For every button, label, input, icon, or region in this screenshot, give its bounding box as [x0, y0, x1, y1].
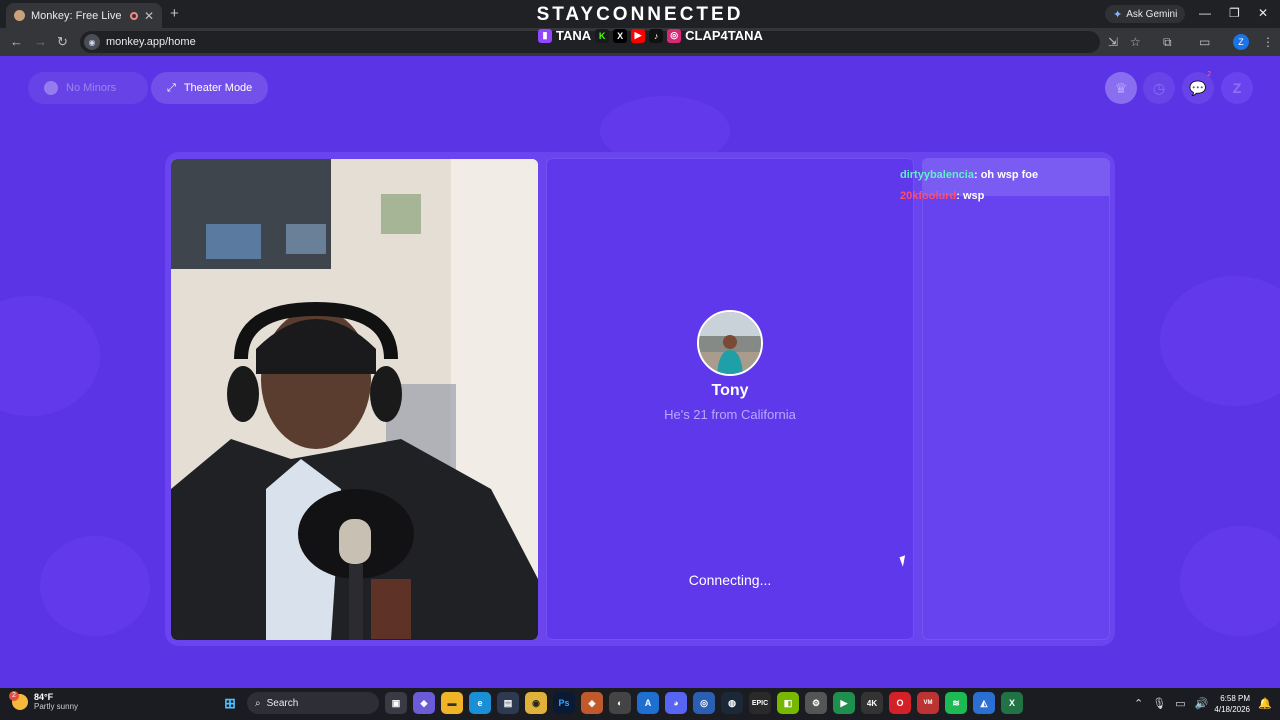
- toggle-knob: [44, 81, 58, 95]
- no-minors-label: No Minors: [66, 82, 117, 94]
- instagram-icon: ◎: [667, 28, 682, 43]
- system-tray: ⌃ 🎙 ▭ 🔊: [1134, 697, 1208, 710]
- partner-name: Tony: [711, 382, 749, 399]
- stream-overlay-title: STAYCONNECTED: [536, 4, 744, 25]
- background-blob: [40, 536, 150, 636]
- chat-username: dirtyybalencia: [900, 169, 974, 181]
- reload-icon[interactable]: ↻: [57, 34, 68, 50]
- discord-icon[interactable]: ◕: [665, 692, 687, 714]
- back-arrow-icon[interactable]: ←: [10, 34, 23, 49]
- background-blob: [1160, 276, 1280, 406]
- chat-text: : wsp: [956, 190, 985, 202]
- windows-taskbar: 2 84°F Partly sunny ⊞ ⌕ Search ▣ ◆ ▬ e ▤…: [0, 688, 1280, 720]
- background-blob: [0, 296, 100, 416]
- opera-icon[interactable]: O: [889, 692, 911, 714]
- weather-badge: 2: [9, 690, 19, 701]
- app-icon[interactable]: ◭: [973, 692, 995, 714]
- excel-icon[interactable]: X: [1001, 692, 1023, 714]
- nvidia-icon[interactable]: ◧: [777, 692, 799, 714]
- user-avatar-button[interactable]: Z: [1221, 72, 1253, 104]
- epic-games-icon[interactable]: EPIC: [749, 692, 771, 714]
- app-icon[interactable]: VM: [917, 692, 939, 714]
- twitch-icon: ▮: [538, 28, 552, 43]
- copilot-icon[interactable]: ◆: [413, 692, 435, 714]
- partner-info: He's 21 from California: [664, 407, 796, 422]
- windows-start-icon[interactable]: ⊞: [219, 692, 241, 714]
- chat-text: : oh wsp foe: [973, 169, 1039, 181]
- app-icon[interactable]: A: [637, 692, 659, 714]
- photoshop-icon[interactable]: Ps: [553, 692, 575, 714]
- chat-notification-badge: 2: [1207, 71, 1211, 78]
- chrome-icon[interactable]: ◉: [525, 692, 547, 714]
- network-icon[interactable]: ▭: [1175, 697, 1185, 710]
- expand-icon: ⤢: [167, 81, 176, 94]
- background-blob: [1180, 526, 1280, 636]
- chat-bubble-icon[interactable]: 💬 2: [1182, 71, 1214, 104]
- partly-sunny-icon: 2: [9, 690, 28, 710]
- notification-bell-icon[interactable]: 🔔: [1258, 697, 1272, 710]
- no-minors-toggle[interactable]: No Minors: [28, 72, 148, 104]
- chat-message: dirtyybalencia: oh wsp foe: [900, 169, 1038, 181]
- extensions-icon[interactable]: ⧉: [1163, 35, 1172, 50]
- store-icon[interactable]: ▤: [497, 692, 519, 714]
- weather-widget[interactable]: 2 84°F Partly sunny: [9, 690, 79, 711]
- weather-temperature: 84°F: [34, 692, 54, 702]
- forward-arrow-icon[interactable]: →: [34, 34, 47, 49]
- site-info-icon[interactable]: ◉: [84, 34, 100, 50]
- profile-avatar[interactable]: Z: [1233, 34, 1249, 50]
- chat-message: 20kfoolurd: wsp: [900, 190, 984, 202]
- kick-icon: K: [595, 28, 610, 43]
- taskbar-search[interactable]: ⌕ Search: [247, 692, 379, 714]
- webcam-feed-image: [171, 159, 538, 640]
- youtube-icon: ▶: [631, 28, 646, 43]
- app-icon[interactable]: ▶: [833, 692, 855, 714]
- theater-mode-label: Theater Mode: [183, 82, 253, 94]
- app-icon[interactable]: ◈: [581, 692, 603, 714]
- crown-icon[interactable]: ♛: [1105, 72, 1137, 104]
- microphone-icon[interactable]: 🎙: [1152, 697, 1166, 710]
- history-clock-icon[interactable]: ◷: [1143, 72, 1175, 104]
- address-url: monkey.app/home: [106, 36, 196, 48]
- overlay-handle-secondary: CLAP4TANA: [685, 28, 763, 43]
- connecting-status: Connecting...: [688, 572, 772, 588]
- search-label: Search: [266, 697, 299, 709]
- spotify-icon[interactable]: ≋: [945, 692, 967, 714]
- tiktok-icon: ♪: [649, 28, 664, 43]
- weather-description: Partly sunny: [34, 702, 79, 711]
- volume-icon[interactable]: 🔊: [1195, 697, 1209, 710]
- theater-mode-button[interactable]: ⤢ Theater Mode: [151, 72, 269, 104]
- settings-gear-icon[interactable]: ⚙: [805, 692, 827, 714]
- bookmark-star-icon[interactable]: ☆: [1130, 35, 1141, 49]
- obs-icon[interactable]: ◐: [609, 692, 631, 714]
- local-webcam-video: [171, 159, 538, 640]
- file-explorer-icon[interactable]: ▬: [441, 692, 463, 714]
- taskbar-apps: ⊞ ⌕ Search ▣ ◆ ▬ e ▤ ◉ Ps ◈ ◐ A ◕ ◎ ◍ EP…: [219, 692, 1023, 714]
- x-icon: X: [613, 28, 628, 43]
- stream-overlay-socials: ▮ TANA K X ▶ ♪ ◎ CLAP4TANA: [538, 28, 763, 43]
- side-panel-icon[interactable]: ▭: [1199, 35, 1210, 49]
- task-view-icon[interactable]: ▣: [385, 692, 407, 714]
- partner-avatar: [697, 310, 763, 376]
- clock-date: 4/18/2026: [1214, 705, 1250, 714]
- chat-panel: [922, 158, 1110, 640]
- install-app-icon[interactable]: ⇲: [1108, 35, 1118, 49]
- partner-avatar-image: [699, 312, 761, 374]
- overlay-handle-primary: TANA: [556, 28, 592, 43]
- search-icon: ⌕: [255, 697, 261, 709]
- chat-username: 20kfoolurd: [900, 190, 957, 202]
- taskbar-clock[interactable]: 6:58 PM 4/18/2026: [1210, 693, 1250, 715]
- chevron-up-icon[interactable]: ⌃: [1134, 697, 1143, 710]
- app-icon[interactable]: 4K: [861, 692, 883, 714]
- clock-time: 6:58 PM: [1220, 694, 1250, 703]
- browser-menu-icon[interactable]: ⋮: [1262, 35, 1274, 49]
- monkey-page: No Minors ⤢ Theater Mode ♛ ◷ 💬 2 Z Tony …: [0, 56, 1280, 688]
- edge-icon[interactable]: e: [469, 692, 491, 714]
- app-icon[interactable]: ◎: [693, 692, 715, 714]
- steam-icon[interactable]: ◍: [721, 692, 743, 714]
